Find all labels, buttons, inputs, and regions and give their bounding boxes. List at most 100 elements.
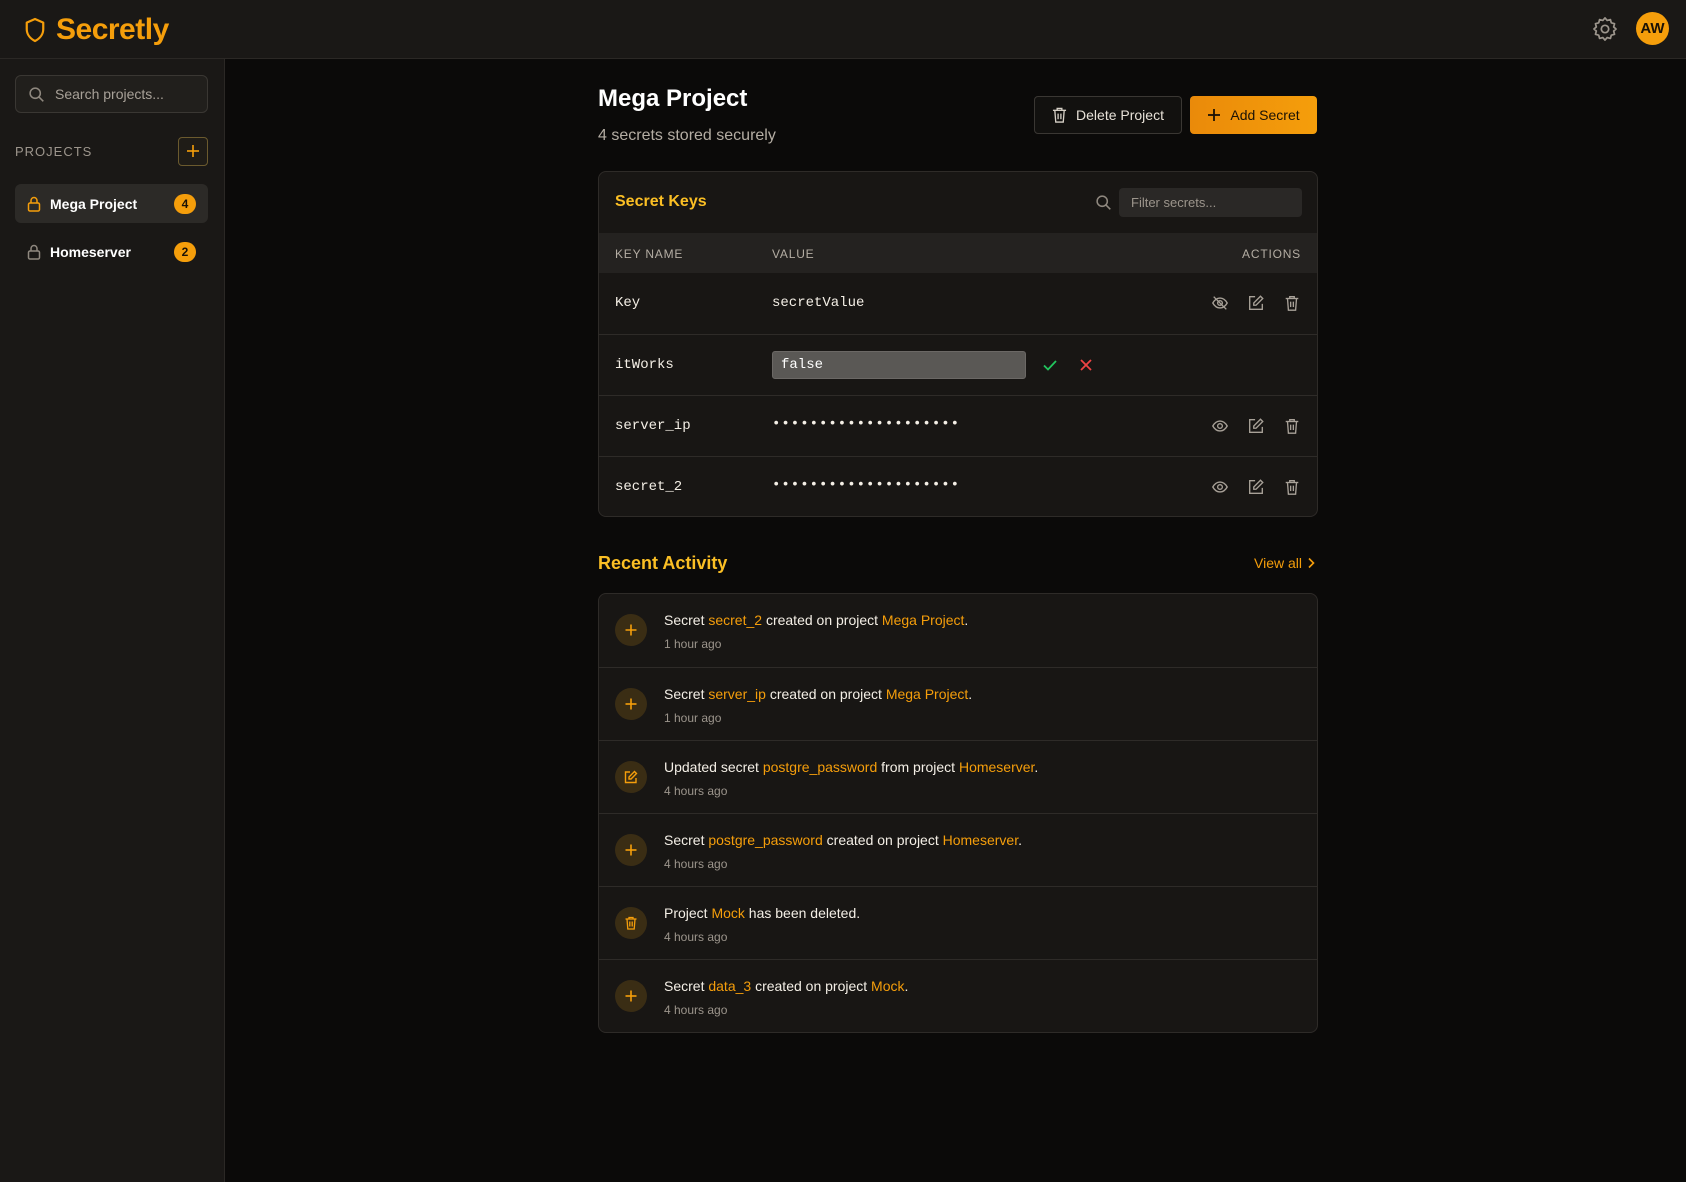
- activity-time: 4 hours ago: [664, 1003, 728, 1017]
- eye-icon[interactable]: [1211, 478, 1229, 496]
- activity-text-part: Secret: [664, 832, 709, 848]
- edit-icon[interactable]: [1247, 478, 1265, 496]
- eye-icon[interactable]: [1211, 417, 1229, 435]
- eye-off-icon[interactable]: [1211, 294, 1229, 312]
- activity-item: Secret data_3 created on project Mock. 4…: [599, 959, 1317, 1032]
- search-icon: [29, 86, 44, 102]
- row-actions: [1211, 417, 1301, 435]
- secret-key: secret_2: [615, 479, 683, 495]
- activity-text-part: Secret: [664, 686, 709, 702]
- activity-text-part: Project: [664, 905, 712, 921]
- activity-item: Secret postgre_password created on proje…: [599, 813, 1317, 886]
- activity-secret-link[interactable]: postgre_password: [708, 832, 822, 848]
- activity-text-part: created on project: [751, 978, 872, 994]
- delete-project-label: Delete Project: [1076, 107, 1164, 123]
- secret-value-edit-input[interactable]: [772, 351, 1026, 379]
- trash-icon[interactable]: [1283, 417, 1301, 435]
- activity-secret-link[interactable]: secret_2: [708, 612, 762, 628]
- activity-text-part: created on project: [765, 686, 886, 702]
- plus-icon: [187, 145, 199, 157]
- trash-icon: [625, 916, 637, 930]
- close-icon[interactable]: [1078, 357, 1094, 373]
- plus-icon: [625, 624, 637, 636]
- activity-item: Secret secret_2 created on project Mega …: [599, 594, 1317, 667]
- activity-secret-link[interactable]: postgre_password: [763, 759, 877, 775]
- activity-item: Project Mock has been deleted. 4 hours a…: [599, 886, 1317, 959]
- masked-value: ••••••••••••••••••••: [772, 477, 961, 493]
- activity-project-link[interactable]: Homeserver: [943, 832, 1018, 848]
- masked-value: ••••••••••••••••••••: [772, 416, 961, 432]
- brand[interactable]: Secretly: [24, 13, 169, 47]
- edit-icon[interactable]: [1247, 294, 1265, 312]
- check-icon[interactable]: [1042, 357, 1058, 373]
- activity-project-link[interactable]: Mega Project: [882, 612, 964, 628]
- activity-text-part: .: [1034, 759, 1039, 775]
- activity-icon: [615, 614, 647, 646]
- plus-icon: [625, 698, 637, 710]
- activity-text-part: created on project: [822, 832, 943, 848]
- column-actions: ACTIONS: [1242, 247, 1301, 261]
- filter-secrets-input[interactable]: [1119, 188, 1302, 217]
- chevron-right-icon: [1308, 557, 1315, 569]
- activity-text: Secret server_ip created on project Mega…: [664, 686, 972, 702]
- activity-icon: [615, 980, 647, 1012]
- add-secret-button[interactable]: Add Secret: [1190, 96, 1317, 134]
- activity-project-link[interactable]: Mock: [871, 978, 904, 994]
- activity-icon: [615, 907, 647, 939]
- trash-icon[interactable]: [1283, 294, 1301, 312]
- secret-count-badge: 2: [174, 241, 196, 262]
- secrets-card-header: Secret Keys: [599, 172, 1317, 233]
- projects-label: PROJECTS: [15, 143, 93, 159]
- column-key-name: KEY NAME: [615, 247, 684, 261]
- activity-text-part: created on project: [762, 612, 882, 628]
- activity-text: Secret secret_2 created on project Mega …: [664, 612, 968, 628]
- view-all-link[interactable]: View all: [1254, 555, 1315, 571]
- activity-secret-link[interactable]: server_ip: [708, 686, 766, 702]
- activity-text-part: has been deleted.: [744, 905, 861, 921]
- activity-time: 4 hours ago: [664, 930, 728, 944]
- edit-icon: [624, 770, 638, 784]
- activity-project-link[interactable]: Mock: [711, 905, 744, 921]
- shield-icon: [25, 17, 45, 43]
- activity-icon: [615, 761, 647, 793]
- secrets-card: Secret Keys KEY NAME VALUE ACTIONS Key s…: [598, 171, 1318, 517]
- view-all-label: View all: [1254, 555, 1302, 571]
- activity-item: Secret server_ip created on project Mega…: [599, 667, 1317, 740]
- activity-icon: [615, 688, 647, 720]
- column-value: VALUE: [772, 247, 815, 261]
- activity-project-link[interactable]: Homeserver: [959, 759, 1034, 775]
- edit-icon[interactable]: [1247, 417, 1265, 435]
- project-list: Mega Project 4 Homeserver 2: [15, 184, 208, 280]
- activity-icon: [615, 834, 647, 866]
- table-row: itWorks: [599, 334, 1317, 395]
- project-search[interactable]: [15, 75, 208, 113]
- activity-item: Updated secret postgre_password from pro…: [599, 740, 1317, 813]
- page-subtitle: 4 secrets stored securely: [598, 127, 776, 144]
- sidebar-item-homeserver[interactable]: Homeserver 2: [15, 232, 208, 271]
- trash-icon[interactable]: [1283, 478, 1301, 496]
- activity-text-part: Secret: [664, 978, 709, 994]
- project-name: Homeserver: [50, 243, 131, 260]
- activity-secret-link[interactable]: data_3: [708, 978, 751, 994]
- activity-text: Updated secret postgre_password from pro…: [664, 759, 1038, 775]
- add-project-button[interactable]: [178, 136, 208, 166]
- secret-value: secretValue: [772, 295, 865, 311]
- secret-count-badge: 4: [174, 193, 196, 214]
- avatar[interactable]: AW: [1636, 12, 1669, 45]
- activity-text-part: .: [1018, 832, 1022, 848]
- plus-icon: [625, 990, 637, 1002]
- project-name: Mega Project: [50, 195, 138, 212]
- search-icon: [1096, 195, 1111, 210]
- activity-text: Secret postgre_password created on proje…: [664, 832, 1022, 848]
- activity-project-link[interactable]: Mega Project: [886, 686, 968, 702]
- table-header: KEY NAME VALUE ACTIONS: [599, 233, 1317, 273]
- lock-icon: [27, 244, 41, 260]
- delete-project-button[interactable]: Delete Project: [1034, 96, 1182, 134]
- sidebar-item-mega-project[interactable]: Mega Project 4: [15, 184, 208, 223]
- search-input[interactable]: [55, 86, 195, 102]
- activity-time: 4 hours ago: [664, 784, 728, 798]
- trash-icon: [1052, 107, 1067, 123]
- activity-time: 4 hours ago: [664, 857, 728, 871]
- activity-text-part: Secret: [664, 612, 709, 628]
- gear-icon[interactable]: [1592, 16, 1618, 42]
